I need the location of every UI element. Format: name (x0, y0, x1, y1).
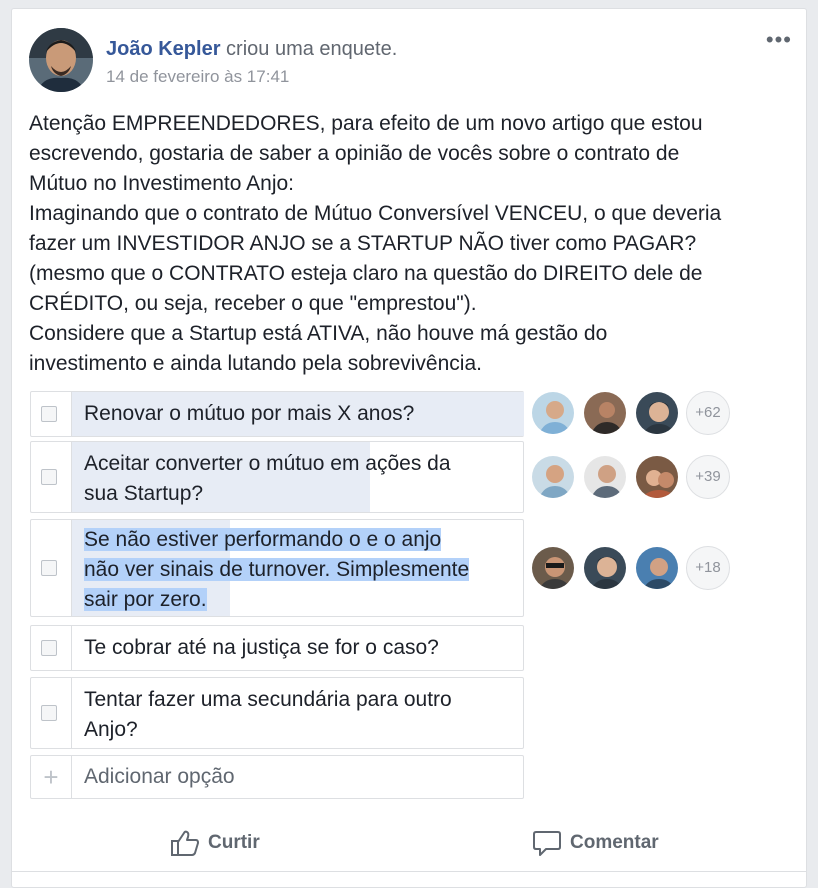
voter-avatar[interactable] (530, 390, 576, 436)
voter-avatar[interactable] (582, 390, 628, 436)
add-option-input[interactable]: + Adicionar opção (30, 755, 524, 799)
post-body: Atenção EMPREENDEDORES, para efeito de u… (29, 109, 799, 379)
comment-button[interactable]: Comentar (532, 826, 659, 860)
poll-option-text: Renovar o mútuo por mais X anos? (84, 402, 415, 425)
post-text-line: investimento e ainda lutando pela sobrev… (29, 352, 482, 375)
comment-icon (533, 830, 561, 856)
voter-avatar[interactable] (634, 454, 680, 500)
post-action-text: criou uma enquete. (226, 38, 398, 60)
author-name-link[interactable]: João Kepler (106, 38, 220, 60)
poll-checkbox[interactable] (41, 469, 57, 485)
poll-checkbox[interactable] (41, 560, 57, 576)
poll-checkbox-cell (31, 678, 72, 748)
poll-option-label: Aceitar converter o mútuo em ações da su… (84, 449, 515, 509)
poll-option-label: Te cobrar até na justiça se for o caso? (84, 633, 515, 663)
more-options-icon[interactable]: ••• (766, 29, 792, 51)
poll-checkbox[interactable] (41, 406, 57, 422)
poll-option-label: Renovar o mútuo por mais X anos? (84, 399, 515, 429)
author-avatar[interactable] (29, 28, 93, 92)
voter-avatar[interactable] (634, 390, 680, 436)
voter-avatar[interactable] (634, 545, 680, 591)
like-label: Curtir (208, 832, 260, 853)
voter-avatar[interactable] (582, 545, 628, 591)
poll-checkbox-cell (31, 626, 72, 670)
plus-icon: + (31, 756, 72, 798)
poll-option-text: Se não estiver performando o e o anjo (84, 528, 442, 551)
post-actions-bar: Curtir Comentar (12, 816, 806, 870)
post-text-line: Atenção EMPREENDEDORES, para efeito de u… (29, 112, 703, 135)
post-text-line: CRÉDITO, ou seja, receber o que "emprest… (29, 292, 477, 315)
add-option-placeholder: Adicionar opção (84, 765, 235, 788)
post-text-line: escrevendo, gostaria de saber a opinião … (29, 142, 680, 165)
post-card: João Kepler criou uma enquete. 14 de fev… (11, 8, 807, 888)
post-text-line: (mesmo que o CONTRATO esteja claro na qu… (29, 262, 703, 285)
poll-option-text: sair por zero. (84, 588, 207, 611)
poll-option-label: Tentar fazer uma secundária para outro A… (84, 685, 515, 745)
poll-option-text: não ver sinais de turnover. Simplesmente (84, 558, 470, 581)
poll-checkbox-cell (31, 520, 72, 616)
poll-option[interactable]: Te cobrar até na justiça se for o caso? (30, 625, 524, 671)
divider (12, 871, 806, 872)
more-voters-count[interactable]: +62 (686, 391, 730, 435)
thumbs-up-icon (171, 830, 199, 856)
more-voters-count[interactable]: +18 (686, 546, 730, 590)
poll-option[interactable]: Renovar o mútuo por mais X anos? (30, 391, 524, 437)
post-text-line: Mútuo no Investimento Anjo: (29, 172, 294, 195)
post-text-line: fazer um INVESTIDOR ANJO se a STARTUP NÃ… (29, 232, 697, 255)
poll-option[interactable]: Aceitar converter o mútuo em ações da su… (30, 441, 524, 513)
post-header: João Kepler criou uma enquete. (106, 37, 397, 61)
post-timestamp[interactable]: 14 de fevereiro às 17:41 (106, 67, 289, 87)
like-button[interactable]: Curtir (170, 826, 260, 860)
poll-option-text: sua Startup? (84, 482, 204, 505)
poll-checkbox[interactable] (41, 705, 57, 721)
poll-checkbox-cell (31, 442, 72, 512)
comment-label: Comentar (570, 832, 659, 853)
poll-option-text: Tentar fazer uma secundária para outro (84, 688, 452, 711)
poll-option[interactable]: Tentar fazer uma secundária para outro A… (30, 677, 524, 749)
poll-option[interactable]: Se não estiver performando o e o anjo nã… (30, 519, 524, 617)
poll-option-text: Aceitar converter o mútuo em ações da (84, 452, 451, 475)
poll-option-text: Anjo? (84, 718, 138, 741)
post-text-line: Considere que a Startup está ATIVA, não … (29, 322, 608, 345)
voter-avatar[interactable] (530, 545, 576, 591)
poll-option-text: Te cobrar até na justiça se for o caso? (84, 636, 439, 659)
poll-checkbox-cell (31, 392, 72, 436)
post-text-line: Imaginando que o contrato de Mútuo Conve… (29, 202, 722, 225)
poll-checkbox[interactable] (41, 640, 57, 656)
voter-avatar[interactable] (582, 454, 628, 500)
more-voters-count[interactable]: +39 (686, 455, 730, 499)
voter-avatar[interactable] (530, 454, 576, 500)
poll-option-label: Se não estiver performando o e o anjo nã… (84, 525, 515, 615)
